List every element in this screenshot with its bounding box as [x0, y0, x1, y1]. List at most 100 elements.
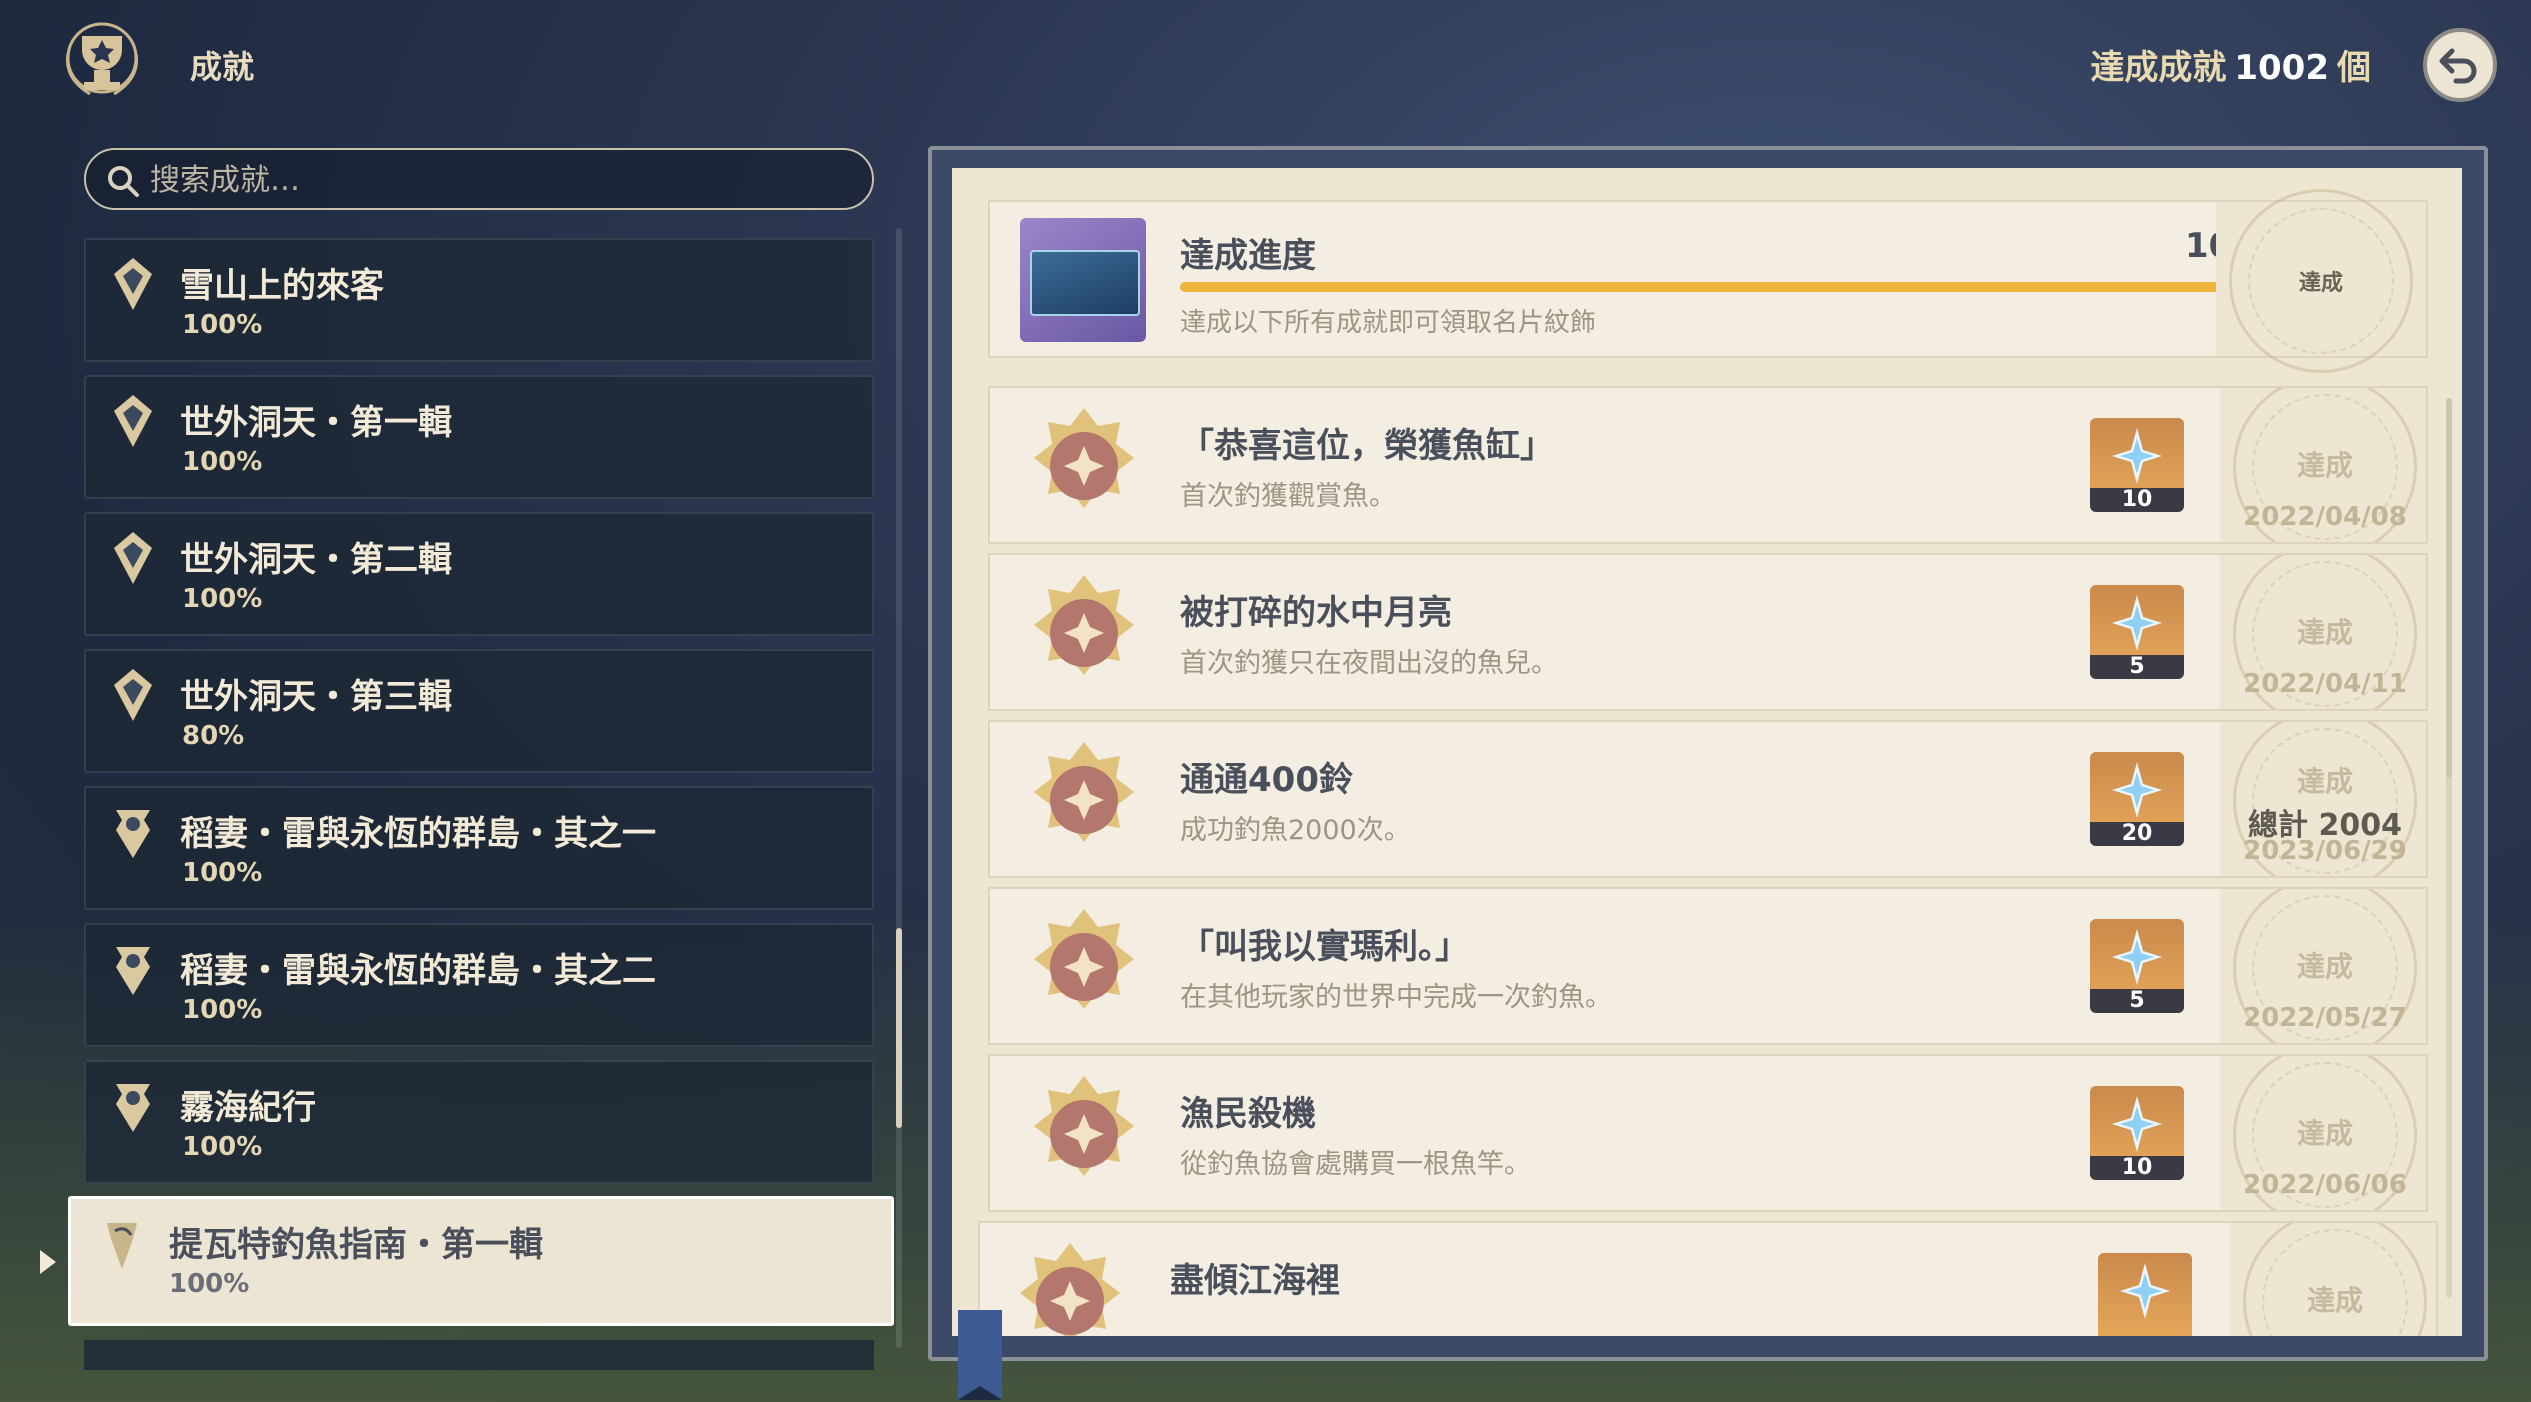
completion-date: 2022/06/06	[2243, 1170, 2407, 1200]
reward-amount: 10	[2090, 1156, 2184, 1180]
category-item-partial[interactable]	[84, 1340, 874, 1370]
category-item[interactable]: 稻妻・雷與永恆的群島・其之一 100%	[84, 786, 874, 910]
completion-date: 2022/05/27	[2243, 1003, 2407, 1033]
status-label: 達成	[2296, 449, 2353, 482]
page-title: 成就	[190, 48, 255, 86]
completion-stamp: 達成	[2230, 1223, 2436, 1336]
category-percent: 100%	[182, 584, 263, 614]
completion-date: 2022/04/08	[2243, 502, 2407, 532]
primogem-icon	[2112, 1096, 2162, 1152]
achievement-page: 達成進度 100% 達成以下所有成就即可領取名片紋飾 達成 「恭喜這位，榮獲魚缸…	[952, 168, 2462, 1336]
achievement-row: 「叫我以實瑪利。」 在其他玩家的世界中完成一次釣魚。 5 達成 2022/05/…	[988, 887, 2428, 1045]
category-item-selected[interactable]: 提瓦特釣魚指南・第一輯 100%	[68, 1196, 894, 1326]
sidebar-scrollbar[interactable]	[896, 228, 902, 1348]
reward-amount: 20	[2090, 822, 2184, 846]
primogem-reward[interactable]: 10	[2090, 1086, 2184, 1180]
primogem-icon	[2112, 929, 2162, 985]
primogem-reward[interactable]	[2098, 1253, 2192, 1336]
scrollbar-thumb[interactable]	[896, 928, 902, 1128]
category-emblem-icon	[114, 395, 152, 447]
scrollbar-thumb[interactable]	[2446, 398, 2452, 778]
search-input[interactable]	[148, 150, 852, 210]
progress-description: 達成以下所有成就即可領取名片紋飾	[1180, 308, 1597, 338]
achievement-description: 從釣魚協會處購買一根魚竿。	[1180, 1149, 1531, 1180]
primogem-icon	[2112, 595, 2162, 651]
category-percent: 100%	[182, 310, 263, 340]
achievement-medal-icon	[1034, 742, 1134, 842]
primogem-icon	[2120, 1263, 2170, 1319]
category-item[interactable]: 霧海紀行 100%	[84, 1060, 874, 1184]
achievement-row: 漁民殺機 從釣魚協會處購買一根魚竿。 10 達成 2022/06/06	[988, 1054, 2428, 1212]
back-arrow-icon	[2439, 48, 2477, 84]
category-percent: 100%	[182, 1132, 263, 1162]
achievement-description: 首次釣獲觀賞魚。	[1180, 481, 1396, 512]
category-percent: 100%	[182, 858, 263, 888]
category-emblem-icon	[116, 947, 150, 995]
primogem-reward[interactable]: 20	[2090, 752, 2184, 846]
progress-bar	[1180, 282, 2290, 292]
primogem-reward[interactable]: 5	[2090, 919, 2184, 1013]
category-name: 世外洞天・第一輯	[180, 403, 452, 443]
category-item[interactable]: 世外洞天・第三輯 80%	[84, 649, 874, 773]
achievement-scrollbar[interactable]	[2446, 398, 2452, 1298]
achievement-count: 達成成就 1002 個	[2090, 40, 2371, 89]
achievement-row: 通通400鈴 成功釣魚2000次。 20 達成 總計 2004 2023/06/…	[988, 720, 2428, 878]
status-label: 達成	[2296, 616, 2353, 649]
achievement-name: 通通400鈴	[1180, 760, 1353, 800]
count-value: 1002	[2234, 48, 2329, 88]
category-item[interactable]: 稻妻・雷與永恆的群島・其之二 100%	[84, 923, 874, 1047]
category-item[interactable]: 世外洞天・第一輯 100%	[84, 375, 874, 499]
achievement-description: 在其他玩家的世界中完成一次釣魚。	[1180, 982, 1612, 1013]
achievement-book: 達成進度 100% 達成以下所有成就即可領取名片紋飾 達成 「恭喜這位，榮獲魚缸…	[928, 146, 2488, 1361]
category-percent: 80%	[182, 721, 245, 751]
achievement-name: 被打碎的水中月亮	[1180, 593, 1452, 633]
category-name: 提瓦特釣魚指南・第一輯	[169, 1225, 543, 1265]
count-suffix: 個	[2337, 48, 2371, 88]
search-bar[interactable]	[84, 148, 874, 210]
achievement-medal-icon	[1034, 575, 1134, 675]
primogem-reward[interactable]: 10	[2090, 418, 2184, 512]
achievement-name: 盡傾江海裡	[1170, 1261, 1340, 1301]
completion-date: 2023/06/29	[2243, 836, 2407, 866]
reward-amount: 10	[2090, 488, 2184, 512]
primogem-icon	[2112, 762, 2162, 818]
achievement-row: 盡傾江海裡 達成	[978, 1221, 2438, 1336]
status-label: 達成	[2296, 950, 2353, 983]
category-item[interactable]: 世外洞天・第二輯 100%	[84, 512, 874, 636]
stamp-label: 達成	[2298, 271, 2343, 296]
completion-stamp: 達成 2022/04/08	[2220, 388, 2426, 542]
achievement-description: 首次釣獲只在夜間出沒的魚兒。	[1180, 648, 1558, 679]
primogem-reward[interactable]: 5	[2090, 585, 2184, 679]
category-percent: 100%	[169, 1269, 250, 1299]
reward-amount: 5	[2090, 989, 2184, 1013]
fishing-emblem-icon	[107, 1223, 137, 1269]
count-prefix: 達成成就	[2090, 48, 2227, 88]
primogem-icon	[2112, 428, 2162, 484]
achievement-name: 「叫我以實瑪利。」	[1180, 927, 1469, 967]
achievement-medal-icon	[1034, 408, 1134, 508]
progress-stamp-area: 達成	[2216, 189, 2426, 373]
completed-stamp: 達成	[2229, 189, 2413, 373]
achievement-row: 「恭喜這位，榮獲魚缸」 首次釣獲觀賞魚。 10 達成 2022/04/08	[988, 386, 2428, 544]
progress-bar-fill	[1180, 282, 2290, 292]
trophy-icon	[65, 22, 139, 96]
search-icon	[108, 166, 139, 197]
namecard-reward-icon[interactable]	[1020, 218, 1146, 342]
achievement-medal-icon	[1034, 909, 1134, 1009]
achievement-description: 成功釣魚2000次。	[1180, 815, 1411, 846]
back-button[interactable]	[2423, 28, 2497, 102]
completion-date: 2022/04/11	[2243, 669, 2407, 699]
status-label: 達成	[2296, 1117, 2353, 1150]
achievement-name: 漁民殺機	[1180, 1094, 1316, 1134]
category-list: 雪山上的來客 100% 世外洞天・第一輯 100% 世外洞天・第二輯 100% …	[68, 238, 894, 1326]
status-label: 達成	[2296, 765, 2353, 798]
category-name: 霧海紀行	[180, 1088, 316, 1128]
category-name: 世外洞天・第二輯	[180, 540, 452, 580]
category-percent: 100%	[182, 447, 263, 477]
category-emblem-icon	[114, 532, 152, 584]
category-emblem-icon	[114, 669, 152, 721]
reward-amount: 5	[2090, 655, 2184, 679]
achievement-medal-icon	[1034, 1076, 1134, 1176]
category-item[interactable]: 雪山上的來客 100%	[84, 238, 874, 362]
completion-stamp: 達成 2022/04/11	[2220, 555, 2426, 709]
